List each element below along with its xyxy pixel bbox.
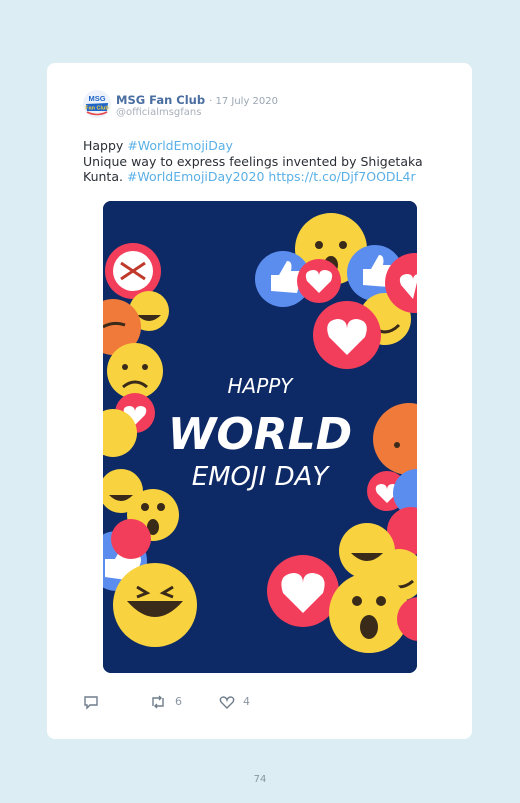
tweet-text-prefix: Happy <box>83 138 128 153</box>
emoji-laugh-icon <box>113 563 197 647</box>
avatar-text-top: MSG <box>88 94 105 103</box>
heart-reaction-icon <box>313 301 381 369</box>
url-link[interactable]: https://t.co/Djf7OODL4r <box>268 169 415 184</box>
retweet-icon[interactable] <box>149 694 167 714</box>
heart-reaction-icon <box>297 259 341 303</box>
heart-reaction-icon <box>111 519 151 559</box>
avatar[interactable]: MSG Fan Club <box>83 90 111 118</box>
hashtag-link-2[interactable]: #WorldEmojiDay2020 <box>127 169 264 184</box>
reply-icon[interactable] <box>83 694 99 714</box>
tweet-actions: 6 4 <box>83 694 283 712</box>
retweet-count: 6 <box>175 695 182 708</box>
author-handle[interactable]: @officialmsgfans <box>116 107 201 118</box>
media-title-emoji-day: EMOJI DAY <box>192 462 331 492</box>
tweet-text: Happy #WorldEmojiDay Unique way to expre… <box>83 138 423 185</box>
emoji-sad-icon <box>107 343 163 399</box>
media-title-world: WORLD <box>168 409 352 460</box>
like-count: 4 <box>243 695 250 708</box>
avatar-text-bottom: Fan Club <box>85 106 109 112</box>
heart-reaction-icon <box>267 555 339 627</box>
media-title-happy: HAPPY <box>227 374 294 398</box>
emoji-wow-icon <box>329 573 409 653</box>
heart-icon[interactable] <box>219 694 235 714</box>
heart-reaction-icon <box>105 243 161 299</box>
page-number: 74 <box>253 774 267 785</box>
author-name[interactable]: MSG Fan Club · 17 July 2020 <box>116 93 278 107</box>
tweet-media-image[interactable]: HAPPY WORLD EMOJI DAY <box>103 201 417 673</box>
tweet-date: · 17 July 2020 <box>209 96 278 107</box>
hashtag-link[interactable]: #WorldEmojiDay <box>127 138 233 153</box>
